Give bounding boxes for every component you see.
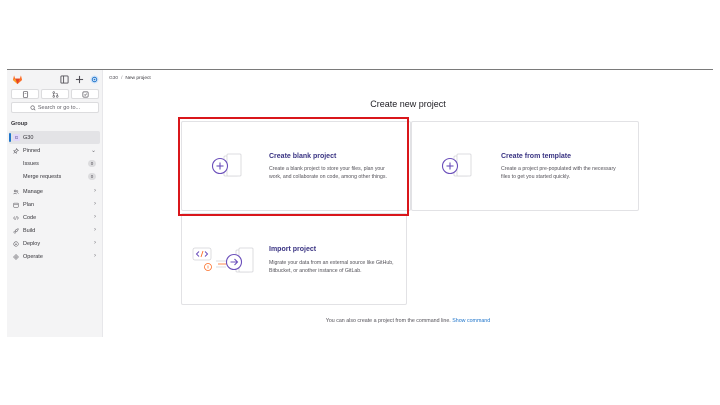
main-content: G30 / New project Create new project Cre… <box>103 70 713 337</box>
template-illustration-icon <box>441 153 472 177</box>
show-command-link[interactable]: Show command <box>452 318 490 324</box>
command-line-hint: You can also create a project from the c… <box>103 318 713 324</box>
card-description-line: files to get you started quickly. <box>501 174 571 180</box>
app-window: Search or go to... Group G G30 Pinned ⌄ … <box>7 69 713 337</box>
sidebar-nav: G G30 Pinned ⌄ Issues 0 Merge requests 0… <box>9 131 100 263</box>
page-title: Create new project <box>370 99 446 109</box>
import-project-card[interactable]: Import project Migrate your data from an… <box>181 213 407 305</box>
code-icon <box>13 215 23 221</box>
search-placeholder: Search or go to... <box>37 104 81 111</box>
plus-icon[interactable] <box>74 74 84 84</box>
chevron-down-icon: ⌄ <box>90 148 96 154</box>
sidebar-item-build[interactable]: Build › <box>9 224 100 237</box>
breadcrumb-current: New project <box>125 76 151 81</box>
rocket-icon <box>13 227 23 234</box>
breadcrumb-separator: / <box>121 76 123 81</box>
sidebar-item-pinned[interactable]: Pinned ⌄ <box>9 144 100 157</box>
panel-toggle-icon[interactable] <box>59 74 69 84</box>
sidebar-item-label: Merge requests <box>23 173 62 180</box>
sidebar-item-label: Operate <box>23 253 43 260</box>
breadcrumb: G30 / New project <box>109 76 151 81</box>
sidebar-item-merge-requests[interactable]: Merge requests 0 <box>9 170 100 183</box>
card-description: Migrate your data from an external sourc… <box>269 259 394 275</box>
card-description-line: Bitbucket, or another instance of GitLab… <box>269 268 362 274</box>
chevron-right-icon: › <box>94 201 96 207</box>
search-icon <box>30 105 36 110</box>
todo-icon <box>22 90 28 98</box>
create-blank-project-card[interactable]: Create blank project Create a blank proj… <box>181 121 411 211</box>
sidebar-item-deploy[interactable]: Deploy › <box>9 237 100 250</box>
breadcrumb-group-link[interactable]: G30 <box>109 76 118 81</box>
sidebar-item-plan[interactable]: Plan › <box>9 198 100 211</box>
calendar-icon <box>13 202 23 208</box>
chevron-right-icon: › <box>94 253 96 259</box>
merge-requests-button[interactable] <box>41 89 69 99</box>
sidebar-item-label: Build <box>23 227 36 234</box>
blank-project-illustration-icon <box>211 153 242 177</box>
sidebar-item-label: G30 <box>23 134 34 141</box>
sidebar-item-label: Deploy <box>23 240 41 247</box>
chevron-right-icon: › <box>94 227 96 233</box>
card-title: Create from template <box>501 153 572 160</box>
sidebar-quick-actions <box>11 89 99 99</box>
merge-request-icon <box>52 90 58 98</box>
search-button[interactable]: Search or go to... <box>11 102 99 113</box>
import-project-illustration-icon <box>192 247 254 273</box>
issues-button[interactable] <box>71 89 99 99</box>
sidebar-item-manage[interactable]: Manage › <box>9 185 100 198</box>
sidebar-item-operate[interactable]: Operate › <box>9 250 100 263</box>
card-description: Create a project pre-populated with the … <box>501 165 616 181</box>
card-description-line: Create a blank project to store your fil… <box>269 166 385 172</box>
sidebar-item-code[interactable]: Code › <box>9 211 100 224</box>
sidebar-item-issues[interactable]: Issues 0 <box>9 157 100 170</box>
card-description-line: Create a project pre-populated with the … <box>501 166 616 172</box>
gitlab-logo-icon[interactable] <box>12 74 23 85</box>
sidebar-header <box>11 73 99 87</box>
sidebar-item-label: Issues <box>23 160 39 167</box>
issues-icon <box>82 91 88 97</box>
create-from-template-card[interactable]: Create from template Create a project pr… <box>411 121 639 211</box>
pin-icon <box>13 147 23 154</box>
sidebar-section-label: Group <box>11 121 28 127</box>
chevron-right-icon: › <box>94 240 96 246</box>
group-avatar: G <box>13 134 20 141</box>
sidebar-item-g30[interactable]: G G30 <box>9 131 100 144</box>
sidebar-item-label: Code <box>23 214 37 221</box>
operate-icon <box>13 253 23 260</box>
card-description-line: work, and collaborate on code, among oth… <box>269 174 387 180</box>
card-description-line: Migrate your data from an external sourc… <box>269 260 394 266</box>
todo-button[interactable] <box>11 89 39 99</box>
chevron-right-icon: › <box>94 188 96 194</box>
count-badge: 0 <box>88 160 96 167</box>
users-icon <box>13 189 23 195</box>
command-line-hint-text: You can also create a project from the c… <box>325 318 451 324</box>
chevron-right-icon: › <box>94 214 96 220</box>
sidebar-item-label: Manage <box>23 188 43 195</box>
deploy-icon <box>13 240 23 247</box>
card-title: Import project <box>269 246 317 253</box>
avatar-icon[interactable] <box>89 74 99 84</box>
sidebar-item-label: Pinned <box>23 147 41 154</box>
card-title: Create blank project <box>269 153 337 160</box>
count-badge: 0 <box>88 173 96 180</box>
sidebar-item-label: Plan <box>23 201 35 208</box>
sidebar: Search or go to... Group G G30 Pinned ⌄ … <box>7 70 103 337</box>
card-description: Create a blank project to store your fil… <box>269 165 387 181</box>
